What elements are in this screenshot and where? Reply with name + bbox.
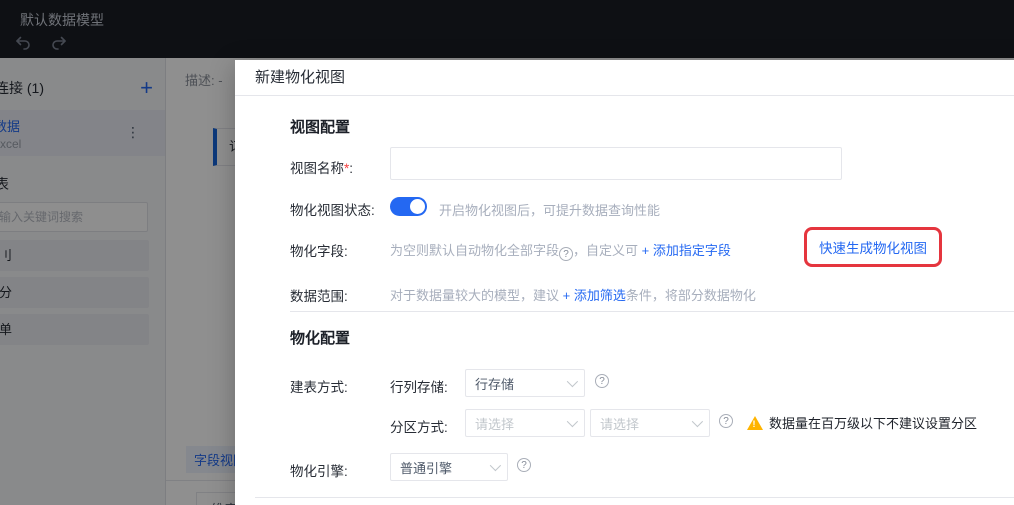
- view-name-label: 视图名称*:: [290, 157, 353, 177]
- view-status-label: 物化视图状态:: [290, 203, 375, 218]
- chevron-down-icon: [566, 415, 579, 428]
- view-name-label-text: 视图名称: [290, 161, 344, 176]
- add-fields-link[interactable]: + 添加指定字段: [642, 243, 731, 258]
- chevron-down-icon: [489, 459, 502, 472]
- view-status-hint: 开启物化视图后，可提升数据查询性能: [439, 203, 661, 218]
- engine-label: 物化引擎:: [290, 464, 348, 479]
- data-range-hint: 对于数据量较大的模型，建议 + 添加筛选条件，将部分数据物化: [390, 285, 756, 304]
- partition-select-2-placeholder: 请选择: [600, 416, 640, 432]
- warning-icon: !: [747, 415, 763, 430]
- new-materialized-view-modal: 新建物化视图 视图配置 视图名称*: 物化视图状态: 开启物化视图后，可提升数据…: [235, 60, 1014, 505]
- app-root: 默认数据模型 连接 (1) + 数据 Excel ⋮ 表: [0, 0, 1014, 505]
- section-material-config: 物化配置: [290, 330, 351, 347]
- data-range-hint-suffix: 条件，将部分数据物化: [625, 288, 756, 303]
- material-fields-label: 物化字段:: [290, 244, 348, 259]
- help-icon[interactable]: ?: [517, 458, 531, 472]
- help-icon[interactable]: ?: [595, 374, 609, 388]
- data-range-label: 数据范围:: [290, 289, 348, 304]
- partition-select-1-placeholder: 请选择: [475, 416, 515, 432]
- partition-select-2[interactable]: 请选择: [590, 409, 710, 437]
- row-col-storage-value: 行存储: [475, 376, 515, 392]
- partition-warning: ! 数据量在百万级以下不建议设置分区: [747, 413, 977, 432]
- help-icon[interactable]: ?: [559, 247, 574, 261]
- annotation-highlight-box: 快速生成物化视图: [804, 227, 942, 267]
- chevron-down-icon: [566, 375, 579, 388]
- row-col-storage-label: 行列存储:: [390, 380, 448, 395]
- material-fields-hint: 为空则默认自动物化全部字段? ，自定义可 + 添加指定字段: [390, 240, 731, 261]
- section-view-config: 视图配置: [290, 119, 351, 136]
- chevron-down-icon: [691, 415, 704, 428]
- toggle-knob-icon: [410, 199, 425, 214]
- view-name-input[interactable]: [390, 147, 842, 180]
- engine-value: 普通引擎: [400, 460, 453, 476]
- quick-generate-link[interactable]: 快速生成物化视图: [819, 241, 927, 256]
- section-divider: [290, 311, 1014, 312]
- add-filter-link[interactable]: + 添加筛选: [563, 288, 626, 303]
- modal-title: 新建物化视图: [235, 60, 1014, 96]
- table-mode-label: 建表方式:: [290, 380, 348, 395]
- partition-warning-text: 数据量在百万级以下不建议设置分区: [769, 416, 978, 431]
- row-col-storage-select[interactable]: 行存储: [465, 369, 585, 397]
- data-range-hint-prefix: 对于数据量较大的模型，建议: [390, 288, 563, 303]
- warning-mark: !: [752, 418, 756, 429]
- partition-mode-label: 分区方式:: [390, 420, 448, 435]
- view-status-toggle[interactable]: [390, 197, 427, 216]
- help-icon[interactable]: ?: [719, 414, 733, 428]
- engine-select[interactable]: 普通引擎: [390, 453, 508, 481]
- modal-footer-divider: [255, 497, 1014, 498]
- partition-select-1[interactable]: 请选择: [465, 409, 585, 437]
- view-name-colon: :: [349, 161, 354, 176]
- material-fields-hint-prefix: 为空则默认自动物化全部字段: [390, 243, 560, 258]
- material-fields-hint-middle: ，自定义可: [573, 243, 642, 258]
